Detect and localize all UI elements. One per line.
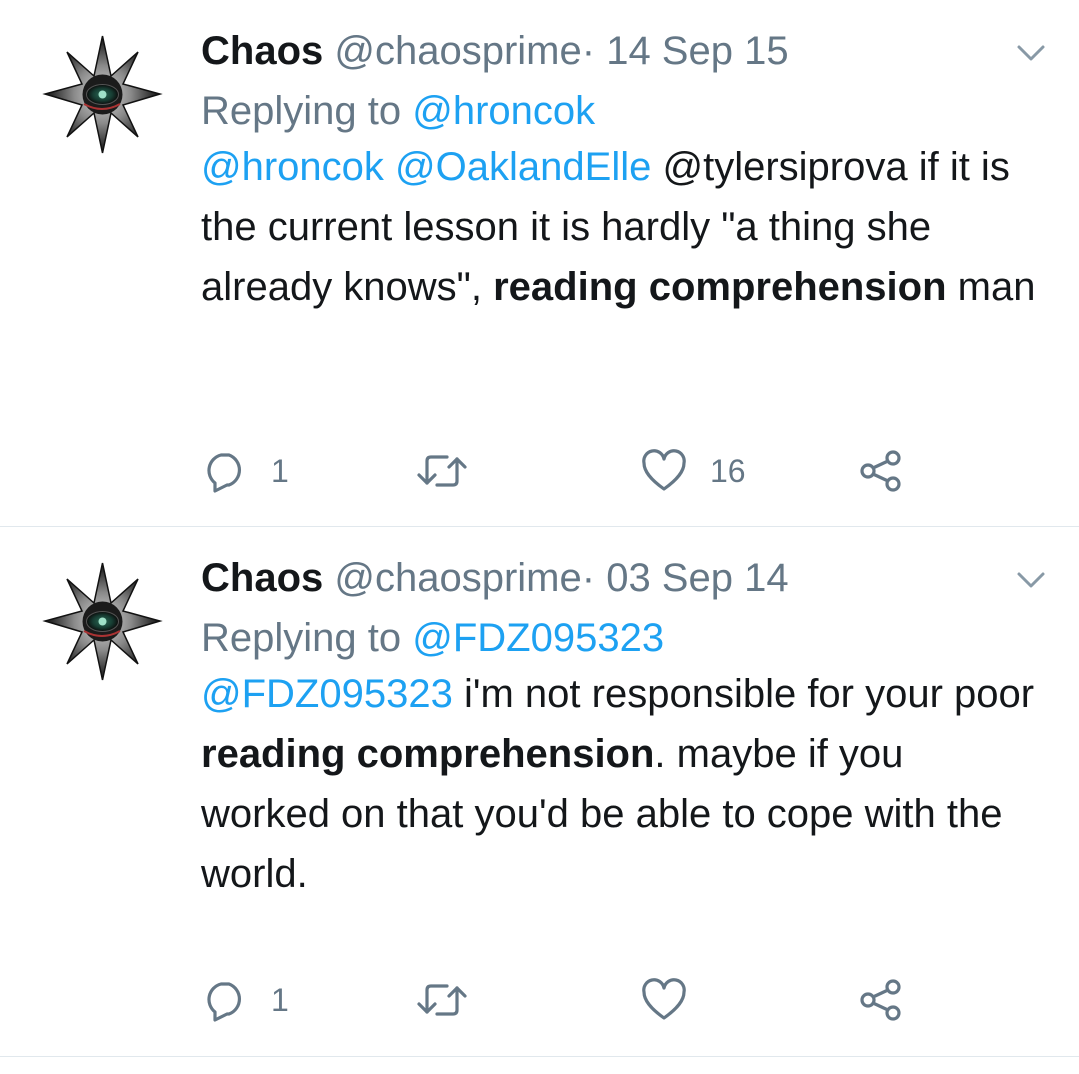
- tweet-actions: 1 16: [201, 446, 921, 496]
- tweet-header: Chaos @chaosprime· 14 Sep 15: [201, 28, 1041, 74]
- tweet-actions: 1: [201, 975, 921, 1025]
- separator-dot: ·: [581, 556, 596, 600]
- share-button[interactable]: [858, 446, 904, 496]
- avatar[interactable]: [40, 32, 165, 157]
- retweet-button[interactable]: [415, 446, 491, 496]
- replying-to-mention[interactable]: @hroncok: [412, 89, 595, 133]
- tweet-header: Chaos @chaosprime· 03 Sep 14: [201, 555, 1041, 601]
- tweet-text-segment: i'm not responsible for your poor: [452, 672, 1035, 716]
- mention-link[interactable]: @OaklandElle: [395, 145, 651, 189]
- like-count: 16: [710, 452, 746, 489]
- mention-link[interactable]: @hroncok: [201, 145, 384, 189]
- reply-button[interactable]: 1: [201, 446, 289, 496]
- replying-to-mention[interactable]: @FDZ095323: [412, 616, 664, 660]
- like-button[interactable]: [640, 975, 710, 1025]
- chaos-star-avatar-icon: [42, 35, 163, 154]
- share-button[interactable]: [858, 975, 904, 1025]
- mention-link[interactable]: @FDZ095323: [201, 672, 453, 716]
- tweet[interactable]: Chaos @chaosprime· 14 Sep 15 Replying to…: [0, 0, 1079, 527]
- user-handle[interactable]: @chaosprime: [334, 556, 581, 600]
- highlighted-phrase: reading comprehension: [201, 732, 655, 776]
- retweet-icon: [417, 455, 467, 487]
- heart-icon: [642, 978, 686, 1020]
- display-name[interactable]: Chaos: [201, 556, 323, 600]
- chevron-down-icon[interactable]: [1015, 569, 1047, 591]
- replying-to-line: Replying to @hroncok: [201, 88, 1041, 134]
- retweet-icon: [417, 984, 467, 1016]
- tweet[interactable]: Chaos @chaosprime· 03 Sep 14 Replying to…: [0, 527, 1079, 1057]
- display-name[interactable]: Chaos: [201, 29, 323, 73]
- retweet-button[interactable]: [415, 975, 491, 1025]
- tweet-content: Chaos @chaosprime· 03 Sep 14 Replying to…: [201, 555, 1041, 904]
- replying-to-label: Replying to: [201, 616, 402, 660]
- chaos-star-avatar-icon: [42, 562, 163, 681]
- reply-icon: [207, 453, 242, 493]
- replying-to-line: Replying to @FDZ095323: [201, 615, 1041, 661]
- reply-button[interactable]: 1: [201, 975, 289, 1025]
- highlighted-phrase: reading comprehension: [493, 265, 947, 309]
- tweet-content: Chaos @chaosprime· 14 Sep 15 Replying to…: [201, 28, 1041, 317]
- avatar[interactable]: [40, 559, 165, 684]
- share-icon: [860, 450, 901, 492]
- like-button[interactable]: 16: [640, 446, 746, 496]
- reply-icon: [207, 982, 242, 1022]
- replying-to-label: Replying to: [201, 89, 402, 133]
- share-icon: [860, 979, 901, 1021]
- tweet-text: @FDZ095323 i'm not responsible for your …: [201, 664, 1041, 904]
- chevron-down-icon[interactable]: [1015, 42, 1047, 64]
- user-handle[interactable]: @chaosprime: [334, 29, 581, 73]
- heart-icon: [642, 449, 686, 491]
- separator-dot: ·: [581, 29, 596, 73]
- tweet-date[interactable]: 03 Sep 14: [606, 556, 788, 600]
- reply-count: 1: [271, 981, 289, 1018]
- tweet-date[interactable]: 14 Sep 15: [606, 29, 788, 73]
- tweet-text-segment: man: [946, 265, 1036, 309]
- reply-count: 1: [271, 452, 289, 489]
- tweet-text: @hroncok @OaklandElle @tylersiprova if i…: [201, 137, 1041, 317]
